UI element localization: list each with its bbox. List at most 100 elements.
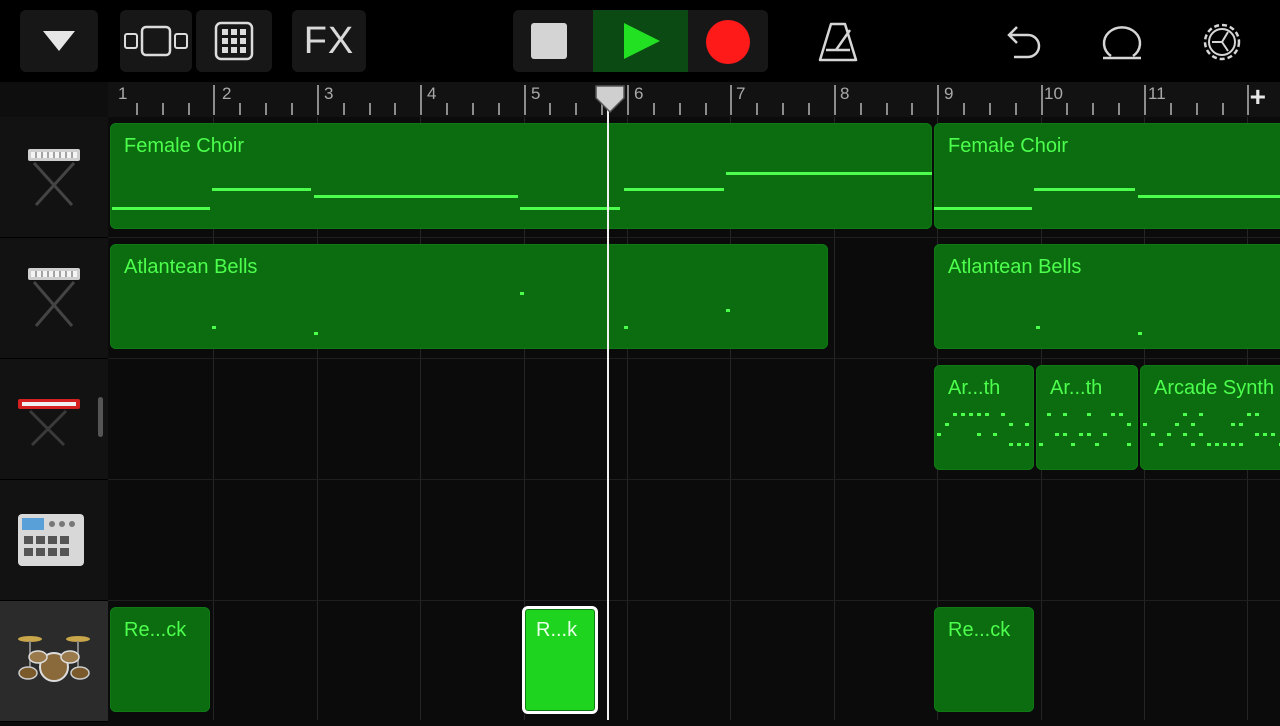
play-button[interactable] [593, 10, 688, 72]
ruler-major-tick [937, 85, 940, 115]
browser-dropdown-button[interactable] [20, 10, 98, 72]
midi-note [1047, 413, 1051, 416]
ruler-minor-tick [1014, 103, 1017, 115]
ruler-minor-tick [678, 103, 681, 115]
midi-note [1119, 413, 1123, 416]
region-female-choir[interactable]: Female Choir [934, 123, 1280, 229]
grid-view-icon [214, 21, 254, 61]
midi-note [1239, 423, 1243, 426]
midi-note [1138, 195, 1280, 198]
midi-note [314, 332, 318, 335]
fx-label: FX [303, 19, 355, 62]
midi-note [1183, 413, 1187, 416]
ruler-minor-tick [549, 103, 552, 115]
region-arcade-synth[interactable]: Ar...th [934, 365, 1034, 470]
ruler-major-tick [523, 85, 526, 115]
tracks-view-icon [124, 25, 188, 57]
region-drums-selected[interactable]: R...k [522, 606, 598, 714]
midi-note [1001, 413, 1005, 416]
midi-note [112, 207, 210, 210]
settings-button[interactable] [1192, 14, 1252, 70]
midi-note [1167, 433, 1171, 436]
midi-note [1199, 433, 1203, 436]
undo-button[interactable] [992, 14, 1052, 70]
midi-note [624, 188, 724, 191]
tracks-area[interactable]: Female Choir Female Choir Atlantean Bell… [108, 117, 1280, 720]
ruler-minor-tick [497, 103, 500, 115]
midi-note [624, 326, 628, 329]
region-female-choir[interactable]: Female Choir [110, 123, 932, 229]
region-drums[interactable]: Re...ck [934, 607, 1034, 712]
midi-note [1223, 443, 1227, 446]
region-atlantean-bells[interactable]: Atlantean Bells [110, 244, 828, 349]
ruler-minor-tick [1066, 103, 1069, 115]
region-label: Ar...th [948, 377, 1001, 399]
ruler-minor-tick [652, 103, 655, 115]
fx-button[interactable]: FX [292, 10, 366, 72]
drum-kit-icon [18, 636, 90, 682]
region-label: Female Choir [124, 135, 245, 157]
midi-note [520, 207, 620, 210]
midi-note [726, 309, 730, 312]
stop-button[interactable] [531, 23, 567, 59]
ruler-minor-tick [1092, 103, 1095, 115]
region-drums[interactable]: Re...ck [110, 607, 210, 712]
midi-note [314, 195, 518, 198]
metronome-button[interactable] [808, 14, 868, 70]
region-arcade-synth[interactable]: Ar...th [1036, 365, 1138, 470]
add-section-button[interactable]: + [1250, 81, 1266, 113]
midi-note [1191, 423, 1195, 426]
record-button[interactable] [706, 20, 750, 64]
tracks-view-button[interactable] [120, 10, 192, 72]
ruler-major-tick [730, 85, 733, 115]
bar-number: 9 [944, 84, 954, 103]
midi-note [520, 292, 524, 295]
midi-note [1263, 433, 1267, 436]
bar-number: 4 [427, 84, 437, 103]
bar-number: 6 [634, 84, 644, 103]
ruler-minor-tick [575, 103, 578, 115]
ruler-minor-tick [290, 103, 293, 115]
midi-note [977, 433, 981, 436]
track-list-scroll-indicator[interactable] [98, 397, 103, 437]
ruler-minor-tick [1221, 103, 1224, 115]
settings-icon [1203, 23, 1241, 61]
track-header-female-choir[interactable] [0, 117, 108, 238]
midi-note [1231, 443, 1235, 446]
track-header-arcade-synth[interactable] [0, 359, 108, 480]
ruler-minor-tick [161, 103, 164, 115]
midi-note [1025, 423, 1029, 426]
ruler-minor-tick [471, 103, 474, 115]
region-label: Atlantean Bells [124, 256, 258, 278]
region-label: R...k [536, 619, 578, 641]
playhead[interactable] [607, 98, 609, 720]
track-headers [0, 117, 108, 722]
region-label: Re...ck [124, 619, 187, 641]
timeline-ruler[interactable]: 1 2 3 4 5 6 7 8 9 10 11 + [108, 81, 1280, 118]
ruler-minor-tick [885, 103, 888, 115]
track-header-atlantean-bells[interactable] [0, 238, 108, 359]
midi-note [1127, 443, 1131, 446]
loop-button[interactable] [1092, 14, 1152, 70]
midi-note [212, 188, 311, 191]
midi-note [945, 423, 949, 426]
row-divider [108, 600, 1280, 601]
region-arcade-synth[interactable]: Arcade Synth [1140, 365, 1280, 470]
ruler-major-tick [316, 85, 319, 115]
track-header-beat-sequencer[interactable] [0, 480, 108, 601]
bar-number: 11 [1148, 84, 1166, 103]
region-label: Female Choir [948, 135, 1069, 157]
midi-note [1255, 413, 1259, 416]
ruler-minor-tick [963, 103, 966, 115]
play-icon [624, 23, 660, 59]
region-atlantean-bells[interactable]: Atlantean Bells [934, 244, 1280, 349]
grid-view-button[interactable] [196, 10, 272, 72]
red-synth-icon [18, 399, 80, 447]
ruler-major-tick [1040, 85, 1043, 115]
midi-note [1159, 443, 1163, 446]
track-header-drums[interactable] [0, 601, 108, 722]
midi-note [1087, 413, 1091, 416]
ruler-minor-tick [1118, 103, 1121, 115]
bar-number: 5 [531, 84, 541, 103]
playhead-handle[interactable] [594, 84, 626, 114]
